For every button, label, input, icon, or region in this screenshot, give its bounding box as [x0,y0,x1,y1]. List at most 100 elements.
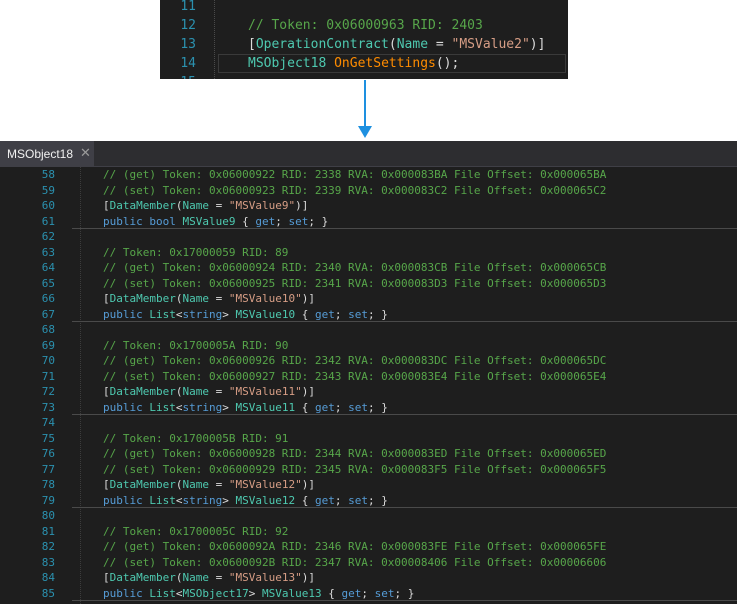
code-line: 73 public List<string> MSValue11 { get; s… [0,400,737,416]
line-code: // Token: 0x1700005B RID: 91 [103,431,288,447]
line-number: 12 [180,18,196,33]
code-line: 68 [0,322,737,338]
code-line: 84 [DataMember(Name = "MSValue13")] [0,570,737,586]
line-number: 79 [41,493,55,507]
code-line: 64 // (get) Token: 0x06000924 RID: 2340 R… [0,260,737,276]
code-token: // Token: 0x1700005A RID: 90 [103,338,289,352]
code-line: 77 // (set) Token: 0x06000929 RID: 2345 R… [0,462,737,478]
code-token: set [374,586,395,600]
code-token: { [321,586,342,600]
code-token: Name [182,571,209,584]
code-token: List [149,493,176,507]
code-token: )] [529,37,546,52]
code-token: // (get) Token: 0x06000928 RID: 2344 RVA… [103,447,607,460]
code-line: 58 // (get) Token: 0x06000922 RID: 2338 R… [0,167,737,183]
code-token: string [182,493,223,507]
code-token: // Token: 0x06000963 RID: 2403 [248,18,483,33]
code-token: (); [435,56,460,71]
line-code: [DataMember(Name = "MSValue9")] [103,198,308,214]
code-token: DataMember [109,571,176,584]
code-token: // (set) Token: 0x06000927 RID: 2343 RVA… [103,369,607,383]
code-token: MSValue11 [235,400,296,414]
code-token: get [314,400,335,414]
tab-strip: MSObject18 ✕ [0,141,737,167]
code-line: 11 [160,0,568,16]
line-number: 81 [41,524,55,538]
code-line: 83 // (set) Token: 0x0600092B RID: 2347 R… [0,555,737,571]
code-line: 67 public List<string> MSValue10 { get; s… [0,307,737,323]
code-token: // (set) Token: 0x06000925 RID: 2341 RVA… [103,276,607,290]
line-code: // (get) Token: 0x06000922 RID: 2338 RVA… [103,167,606,183]
code-line: 79 public List<string> MSValue12 { get; s… [0,493,737,509]
code-token: = [208,292,229,305]
code-token: [ [103,478,110,491]
code-line: 71 // (set) Token: 0x06000927 RID: 2343 R… [0,369,737,385]
code-token: ( [388,37,397,52]
code-token: DataMember [109,199,176,212]
code-token: = [428,37,452,52]
line-number: 58 [41,168,55,181]
code-token: ; [334,307,349,321]
close-icon[interactable]: ✕ [80,145,91,161]
line-number: 61 [41,214,55,228]
code-token: public [103,493,150,507]
code-line: 69 // Token: 0x1700005A RID: 90 [0,338,737,354]
line-code: // (get) Token: 0x06000926 RID: 2342 RVA… [103,353,606,369]
code-token: ; [334,493,349,507]
code-token: MSValue9 [182,214,236,228]
code-token: get [314,307,335,321]
code-token: // (get) Token: 0x06000926 RID: 2342 RVA… [103,354,607,367]
code-token: "MSValue12" [228,478,302,491]
line-code: // (get) Token: 0x0600092A RID: 2346 RVA… [103,539,606,555]
code-token: ; [361,586,375,600]
code-token: ; } [367,307,388,321]
code-token: = [208,385,229,398]
line-code: [OperationContract(Name = "MSValue2")] [248,35,545,54]
code-token: set [348,493,368,507]
code-token: OperationContract [255,37,389,52]
line-code: public List<string> MSValue10 { get; set… [103,307,388,323]
code-line: 59 // (set) Token: 0x06000923 RID: 2339 R… [0,183,737,199]
code-token: > [222,400,236,414]
code-token: Name [182,385,209,398]
code-token: { [295,493,315,507]
code-token: { [235,214,256,228]
code-line: 65 // (set) Token: 0x06000925 RID: 2341 R… [0,276,737,292]
code-line: 78 [DataMember(Name = "MSValue12")] [0,477,737,493]
code-token: ; } [367,493,388,507]
code-token: [ [103,571,110,584]
code-token: string [182,307,223,321]
line-code: // Token: 0x1700005A RID: 90 [103,338,288,354]
code-line: 12 // Token: 0x06000963 RID: 2403 [160,16,568,35]
code-token: ; [334,400,349,414]
code-line: 70 // (get) Token: 0x06000926 RID: 2342 R… [0,353,737,369]
code-token: MSValue13 [261,586,322,600]
code-token: MSValue12 [235,493,296,507]
tab-msobject18[interactable]: MSObject18 ✕ [0,141,94,166]
line-number: 63 [41,245,55,259]
code-token: MSValue10 [235,307,296,321]
code-token: // Token: 0x17000059 RID: 89 [103,245,289,259]
line-number: 67 [41,307,55,321]
code-token: DataMember [109,292,176,305]
code-token: "MSValue10" [228,292,302,305]
arrow-down-icon [358,80,372,138]
code-token: )] [301,385,315,398]
line-code: [DataMember(Name = "MSValue13")] [103,570,315,586]
line-code: // (set) Token: 0x06000929 RID: 2345 RVA… [103,462,606,478]
code-token: DataMember [109,478,176,491]
code-token: [ [103,199,110,212]
code-line: 81 // Token: 0x1700005C RID: 92 [0,524,737,540]
code-token: DataMember [109,385,176,398]
line-number: 59 [41,183,55,197]
code-line: 76 // (get) Token: 0x06000928 RID: 2344 R… [0,446,737,462]
line-code: // (get) Token: 0x06000928 RID: 2344 RVA… [103,446,606,462]
code-token: get [314,493,335,507]
tab-label: MSObject18 [7,147,74,161]
code-line: 74 [0,415,737,431]
line-code: [DataMember(Name = "MSValue10")] [103,291,315,307]
code-token: OnGetSettings [334,56,436,71]
line-code: // Token: 0x17000059 RID: 89 [103,245,288,261]
line-number: 71 [41,369,55,383]
code-token: > [222,493,236,507]
